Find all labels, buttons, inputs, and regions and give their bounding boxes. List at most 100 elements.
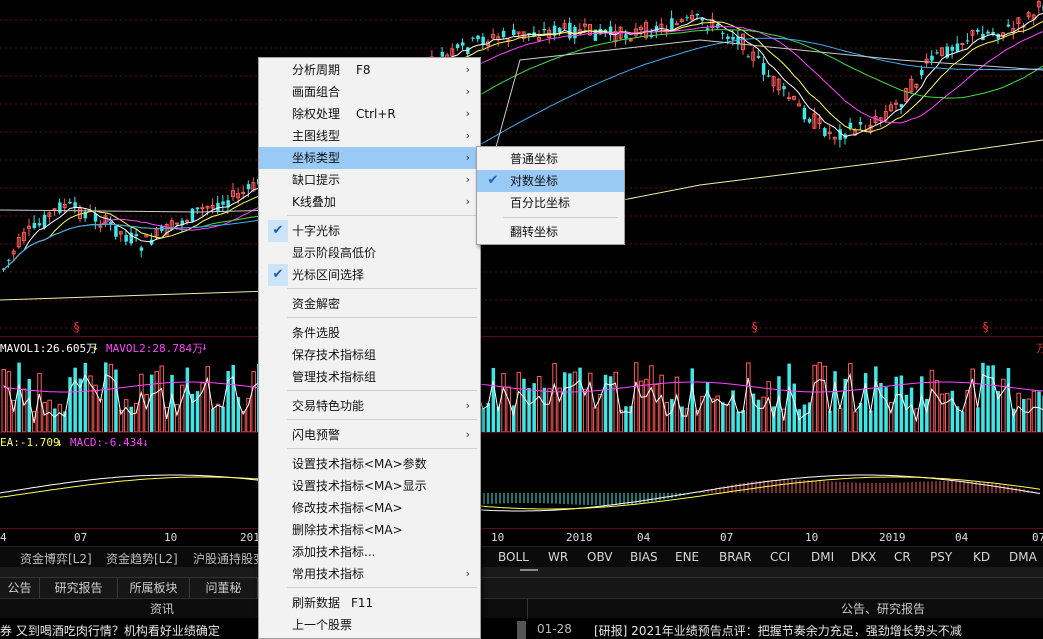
volume-bar [221,406,225,432]
menu-item-10[interactable]: ✔ 光标区间选择 [259,264,480,286]
volume-bar [231,364,235,432]
submenu-item-2[interactable]: 百分比坐标 [477,192,624,214]
tab-sectors[interactable]: 所属板块 [118,578,190,599]
menu-item-20[interactable]: 闪电预警 › [259,424,480,446]
news-headline[interactable]: 券 又到喝酒吃肉行情？机构看好业绩确定 [0,622,220,639]
menu-item-18[interactable]: 交易特色功能 › [259,395,480,417]
stock-chart-window: § § § MAVOL1:26.605万 ↓ MAVOL2:28.784万 ↓ … [0,0,1043,639]
menu-item-15[interactable]: 保存技术指标组 [259,344,480,366]
tab-hk-connect[interactable]: 沪股通持股变 [193,550,265,567]
candle-body [195,207,200,210]
menu-item-23[interactable]: 设置技术指标<MA>显示 [259,475,480,497]
time-label: 2019 [879,531,906,544]
candle-body [955,43,960,52]
volume-bar [481,408,485,432]
volume-bar [215,403,221,432]
menu-item-25[interactable]: 删除技术指标<MA> [259,519,480,541]
tab-ene[interactable]: ENE [675,550,699,564]
tab-obv[interactable]: OBV [587,550,613,564]
tab-wr[interactable]: WR [548,550,568,564]
check-icon: ✔ [268,220,288,242]
tab-brar[interactable]: BRAR [719,550,752,564]
menu-item-8[interactable]: ✔ 十字光标 [259,220,480,242]
macd-chart[interactable] [0,433,1043,528]
submenu-item-label: 普通坐标 [510,152,559,166]
menu-item-0[interactable]: 分析周期 F8 › [259,59,480,81]
submenu-item-4[interactable]: 翻转坐标 [477,221,624,243]
tab-cci[interactable]: CCI [770,550,790,564]
menu-separator [287,390,477,391]
splitter-handle-icon[interactable] [520,569,538,574]
volume-bar [53,408,57,432]
menu-item-label: 保存技术指标组 [292,348,377,362]
volume-bar [129,406,133,432]
candle-body [976,29,980,32]
candle-body [216,202,220,211]
time-axis: 4 07 10 201 10 2018 04 07 10 2019 04 07 [0,528,1043,546]
tab-fund-game[interactable]: 资金博弈[L2] [20,550,92,567]
tab-kd[interactable]: KD [973,550,990,564]
candle-body [481,36,485,45]
menu-item-1[interactable]: 画面组合 › [259,81,480,103]
scroll-splitter[interactable] [0,567,1043,577]
menu-item-label: 常用技术指标 [292,567,365,581]
context-menu: 分析周期 F8 › 画面组合 › 除权处理 Ctrl+R › 主图线型 › 坐标类型 › 缺口提示 › K线… [258,57,481,639]
time-label: 04 [955,531,969,544]
menu-item-12[interactable]: 资金解密 [259,293,480,315]
candle-body [37,223,42,226]
candle-body [512,29,516,36]
scrollbar-thumb[interactable] [517,621,526,639]
candle-body [190,208,195,222]
menu-item-3[interactable]: 主图线型 › [259,125,480,147]
menu-item-14[interactable]: 条件选股 [259,322,480,344]
menu-item-2[interactable]: 除权处理 Ctrl+R › [259,103,480,125]
menu-item-4[interactable]: 坐标类型 › [259,147,480,169]
menu-separator [503,217,618,218]
candle-body [960,43,965,46]
tab-dkx[interactable]: DKX [851,550,876,564]
chevron-right-icon: › [465,107,470,120]
tab-cr[interactable]: CR [894,550,911,564]
volume-bar [986,365,990,432]
tab-bias[interactable]: BIAS [630,550,658,564]
volume-bar [506,386,511,432]
tab-psy[interactable]: PSY [930,550,952,564]
tab-dmi[interactable]: DMI [811,550,834,564]
tab-research-reports[interactable]: 研究报告 [40,578,118,599]
chevron-right-icon: › [465,399,470,412]
menu-item-5[interactable]: 缺口提示 › [259,169,480,191]
volume-bar [950,390,955,432]
volume-bar [945,392,950,432]
menu-item-label: 分析周期 [292,63,341,77]
volume-bar [939,393,945,432]
submenu-item-1[interactable]: ✔ 对数坐标 [477,170,624,192]
gap-marker: § [73,320,81,334]
menu-item-29[interactable]: 刷新数据 F11 [259,592,480,614]
volume-bar [241,411,246,432]
submenu-item-label: 翻转坐标 [510,225,559,239]
reports-panel-title: 公告、研究报告 [841,602,926,616]
candle-body [685,17,689,19]
volume-bar [884,387,888,432]
volume-bar [981,362,985,432]
menu-item-6[interactable]: K线叠加 › [259,191,480,213]
tab-announcements[interactable]: 公告 [0,578,40,599]
menu-item-22[interactable]: 设置技术指标<MA>参数 [259,453,480,475]
tab-ask-secretary[interactable]: 问董秘 [190,578,258,599]
menu-item-label: 刷新数据 [292,596,341,610]
report-headline[interactable]: [研报] 2021年业绩预告点评：把握节奏余力充足，强劲增长势头不减 [594,622,962,639]
tab-fund-trend[interactable]: 资金趋势[L2] [106,550,178,567]
volume-bar [154,371,159,432]
menu-item-24[interactable]: 修改技术指标<MA> [259,497,480,519]
submenu-item-0[interactable]: 普通坐标 [477,148,624,170]
menu-item-26[interactable]: 添加技术指标... [259,541,480,563]
volume-unit: 万 [1036,342,1043,355]
gap-marker: § [751,320,759,334]
tab-boll[interactable]: BOLL [498,550,529,564]
tab-dma[interactable]: DMA [1009,550,1037,564]
menu-item-9[interactable]: 显示阶段高低价 [259,242,480,264]
chevron-right-icon: › [465,63,470,76]
menu-item-30[interactable]: 上一个股票 [259,614,480,636]
menu-item-16[interactable]: 管理技术指标组 [259,366,480,388]
menu-item-27[interactable]: 常用技术指标 › [259,563,480,585]
